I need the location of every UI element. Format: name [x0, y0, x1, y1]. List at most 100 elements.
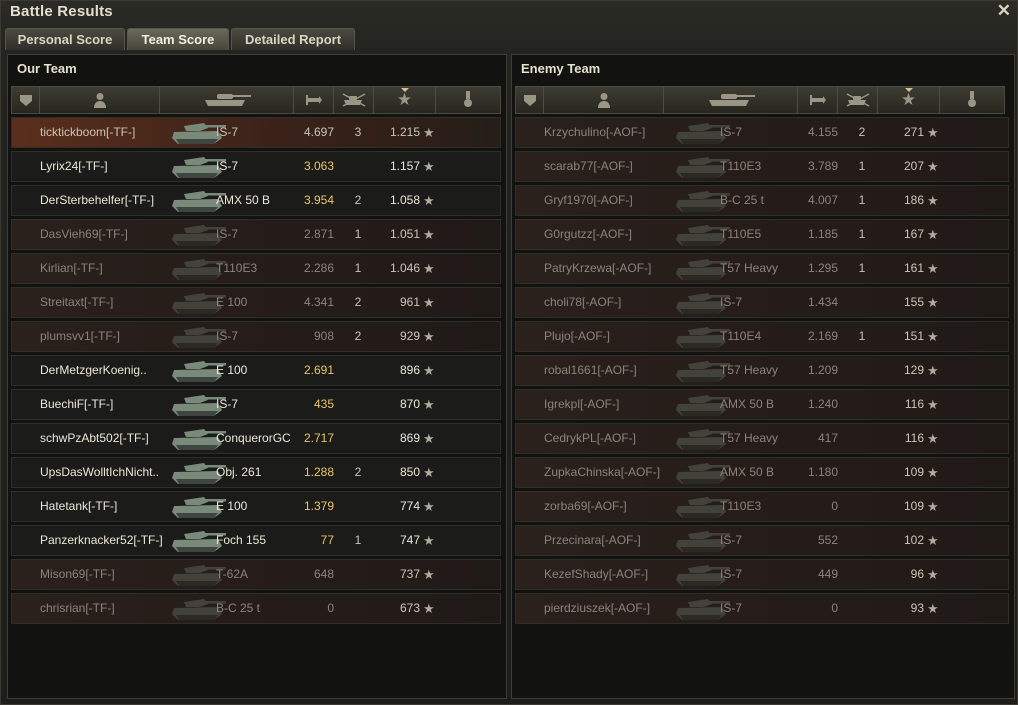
player-name: chrisrian[-TF-]: [40, 601, 115, 615]
medal-icon[interactable]: [436, 87, 500, 113]
xp-star-icon: ★: [423, 159, 435, 174]
player-row[interactable]: DasVieh69[-TF-] IS-7 2.871 1 1.051 ★: [11, 219, 501, 250]
kills-icon[interactable]: [838, 87, 878, 113]
tank-name: T57 Heavy: [720, 431, 779, 445]
enemy-team-title: Enemy Team: [521, 61, 601, 76]
player-name: plumsvv1[-TF-]: [40, 329, 121, 343]
player-row[interactable]: Krzychulino[-AOF-] IS-7 4.155 2 271 ★: [515, 117, 1009, 148]
player-row[interactable]: ZupkaChinska[-AOF-] AMX 50 B 1.180 109 ★: [515, 457, 1009, 488]
xp-value: 870: [399, 397, 420, 411]
player-row[interactable]: Plujo[-AOF-] T110E4 2.169 1 151 ★: [515, 321, 1009, 352]
player-row[interactable]: Igrekpl[-AOF-] AMX 50 B 1.240 116 ★: [515, 389, 1009, 420]
tank-name: IS-7: [216, 125, 239, 139]
xp-star-icon: ★: [927, 431, 939, 446]
damage-value: 449: [817, 567, 838, 581]
damage-value: 4.155: [807, 125, 838, 139]
damage-icon[interactable]: [798, 87, 838, 113]
tank-name: Foch 155: [216, 533, 267, 547]
player-row[interactable]: Hatetank[-TF-] E 100 1.379 774 ★: [11, 491, 501, 522]
player-icon[interactable]: [40, 87, 160, 113]
tank-name: IS-7: [720, 125, 743, 139]
player-row[interactable]: BuechiF[-TF-] IS-7 435 870 ★: [11, 389, 501, 420]
player-name: pierdziuszek[-AOF-]: [544, 601, 651, 615]
tank-name: T110E3: [720, 159, 762, 173]
kills-value: 2: [354, 329, 362, 343]
player-row[interactable]: Panzerknacker52[-TF-] Foch 155 77 1 747 ★: [11, 525, 501, 556]
tank-name: T110E4: [720, 329, 762, 343]
kills-value: 2: [858, 125, 866, 139]
xp-star-icon: ★: [927, 499, 939, 514]
player-row[interactable]: schwPzAbt502[-TF-] ConquerorGC 2.717 869 ★: [11, 423, 501, 454]
damage-value: 0: [327, 601, 334, 615]
close-icon[interactable]: ✕: [997, 1, 1011, 21]
player-name: Gryf1970[-AOF-]: [544, 193, 633, 207]
tank-name: B-C 25 t: [720, 193, 765, 207]
player-row[interactable]: pierdziuszek[-AOF-] IS-7 0 93 ★: [515, 593, 1009, 624]
enemy-team-panel: Enemy Team ★ Krzychulino[-AOF-] IS-7 4.155…: [511, 54, 1015, 699]
player-name: Streitaxt[-TF-]: [40, 295, 114, 309]
player-row[interactable]: KezefShady[-AOF-] IS-7 449 96 ★: [515, 559, 1009, 590]
player-row[interactable]: robal1661[-AOF-] T57 Heavy 1.209 129 ★: [515, 355, 1009, 386]
tank-icon[interactable]: [664, 87, 798, 113]
xp-value: 1.058: [389, 193, 420, 207]
tab-personal-score[interactable]: Personal Score: [5, 28, 125, 50]
xp-value: 929: [399, 329, 420, 343]
player-row[interactable]: choli78[-AOF-] IS-7 1.434 155 ★: [515, 287, 1009, 318]
xp-value: 961: [399, 295, 420, 309]
tab-team-score[interactable]: Team Score: [127, 28, 229, 50]
squad-icon[interactable]: [516, 87, 544, 113]
enemy-team-list: Krzychulino[-AOF-] IS-7 4.155 2 271 ★ scarab77…: [515, 117, 1009, 627]
medal-icon[interactable]: [940, 87, 1004, 113]
player-row[interactable]: Kirlian[-TF-] T110E3 2.286 1 1.046 ★: [11, 253, 501, 284]
xp-star-icon: ★: [927, 193, 939, 208]
damage-value: 1.434: [807, 295, 838, 309]
xp-star-icon: ★: [423, 397, 435, 412]
player-row[interactable]: Mison69[-TF-] T-62A 648 737 ★: [11, 559, 501, 590]
tank-name: E 100: [216, 499, 248, 513]
damage-value: 4.341: [303, 295, 334, 309]
player-row[interactable]: Przecinara[-AOF-] IS-7 552 102 ★: [515, 525, 1009, 556]
player-row[interactable]: Lyrix24[-TF-] IS-7 3.063 1.157 ★: [11, 151, 501, 182]
damage-value: 1.240: [807, 397, 838, 411]
player-row[interactable]: PatryKrzewa[-AOF-] T57 Heavy 1.295 1 161 ★: [515, 253, 1009, 284]
kills-value: 1: [354, 533, 362, 547]
player-name: BuechiF[-TF-]: [40, 397, 114, 411]
tank-name: ConquerorGC: [216, 431, 291, 445]
player-row[interactable]: plumsvv1[-TF-] IS-7 908 2 929 ★: [11, 321, 501, 352]
xp-star-icon[interactable]: ★: [878, 87, 940, 113]
xp-star-icon: ★: [423, 329, 435, 344]
player-name: Kirlian[-TF-]: [40, 261, 103, 275]
xp-star-icon: ★: [423, 363, 435, 378]
tank-icon[interactable]: [160, 87, 294, 113]
tab-detailed-report[interactable]: Detailed Report: [231, 28, 355, 50]
our-team-header: ★: [11, 86, 501, 114]
player-row[interactable]: Streitaxt[-TF-] E 100 4.341 2 961 ★: [11, 287, 501, 318]
xp-value: 1.215: [389, 125, 420, 139]
player-row[interactable]: scarab77[-AOF-] T110E3 3.789 1 207 ★: [515, 151, 1009, 182]
xp-value: 271: [903, 125, 924, 139]
tank-name: E 100: [216, 295, 248, 309]
xp-star-icon[interactable]: ★: [374, 87, 436, 113]
kills-value: 2: [354, 193, 362, 207]
player-row[interactable]: DerSterbehelfer[-TF-] AMX 50 B 3.954 2 1.058…: [11, 185, 501, 216]
damage-icon[interactable]: [294, 87, 334, 113]
player-row[interactable]: zorba69[-AOF-] T110E3 0 109 ★: [515, 491, 1009, 522]
player-name: robal1661[-AOF-]: [544, 363, 637, 377]
enemy-team-header: ★: [515, 86, 1005, 114]
player-row[interactable]: chrisrian[-TF-] B-C 25 t 0 673 ★: [11, 593, 501, 624]
player-row[interactable]: CedrykPL[-AOF-] T57 Heavy 417 116 ★: [515, 423, 1009, 454]
squad-icon[interactable]: [12, 87, 40, 113]
player-row[interactable]: ticktickboom[-TF-] IS-7 4.697 3 1.215 ★: [11, 117, 501, 148]
player-name: Plujo[-AOF-]: [544, 329, 611, 343]
player-icon[interactable]: [544, 87, 664, 113]
kills-value: 2: [354, 465, 362, 479]
tank-name: IS-7: [216, 159, 239, 173]
tank-name: IS-7: [720, 567, 743, 581]
player-row[interactable]: DerMetzgerKoenig.. E 100 2.691 896 ★: [11, 355, 501, 386]
player-row[interactable]: G0rgutzz[-AOF-] T110E5 1.185 1 167 ★: [515, 219, 1009, 250]
player-row[interactable]: Gryf1970[-AOF-] B-C 25 t 4.007 1 186 ★: [515, 185, 1009, 216]
player-name: CedrykPL[-AOF-]: [544, 431, 637, 445]
player-row[interactable]: UpsDasWolltIchNicht.. Obj. 261 1.288 2 850 ★: [11, 457, 501, 488]
xp-value: 167: [903, 227, 924, 241]
kills-icon[interactable]: [334, 87, 374, 113]
